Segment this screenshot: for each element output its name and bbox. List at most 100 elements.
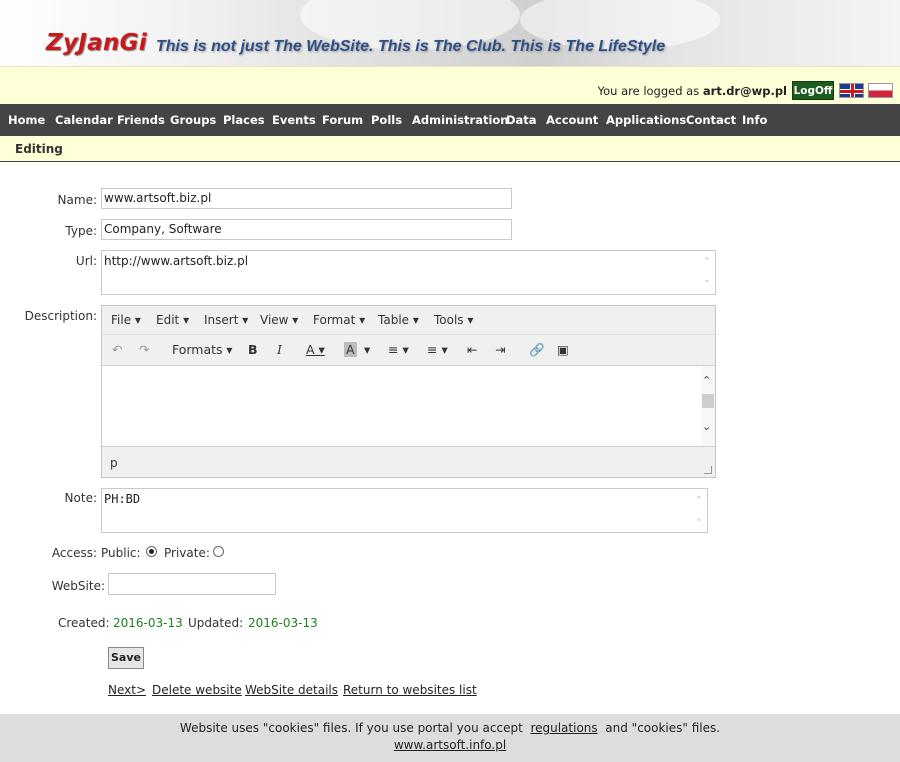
url-label: Url: (75, 254, 97, 268)
menu-view[interactable]: View ▾ (260, 313, 298, 327)
element-path[interactable]: p (110, 456, 118, 470)
delete-website-link[interactable]: Delete website (152, 683, 242, 697)
regulations-link[interactable]: regulations (530, 721, 597, 735)
scroll-down-icon[interactable]: ⌄ (702, 420, 711, 433)
section-title-bar: Editing (0, 136, 900, 162)
scrollbar-thumb[interactable] (702, 394, 714, 408)
scroll-down-icon[interactable]: ⌄ (693, 513, 705, 523)
header-banner: ZyJanGi This is not just The WebSite. Th… (0, 0, 900, 66)
cookie-text: Website uses "cookies" files. If you use… (179, 721, 523, 735)
public-radio[interactable] (146, 546, 157, 557)
note-textarea[interactable]: PH:BD ⌃ ⌄ (101, 488, 708, 533)
save-button[interactable]: Save (108, 647, 144, 669)
name-input[interactable]: www.artsoft.biz.pl (101, 188, 512, 209)
nav-polls[interactable]: Polls (371, 113, 402, 127)
nav-calendar[interactable]: Calendar (55, 113, 113, 127)
logoff-button[interactable]: LogOff (792, 81, 834, 100)
italic-icon[interactable]: I (277, 342, 282, 357)
numbered-list-icon[interactable]: ≡ ▾ (427, 342, 448, 357)
menu-table-label: Table (378, 313, 410, 327)
nav-home[interactable]: Home (8, 113, 45, 127)
editor-menubar: File ▾ Edit ▾ Insert ▾ View ▾ Format ▾ T… (102, 306, 715, 335)
menu-tools-label: Tools (434, 313, 464, 327)
cookie-notice: Website uses "cookies" files. If you use… (0, 721, 900, 735)
bold-icon[interactable]: B (248, 342, 258, 357)
website-details-link[interactable]: WebSite details (245, 683, 338, 697)
logged-as-label: You are logged as (597, 84, 700, 98)
menu-view-label: View (260, 313, 289, 327)
text-color-icon[interactable]: A ▾ (306, 342, 325, 357)
nav-info[interactable]: Info (742, 113, 767, 127)
indent-icon[interactable]: ⇥ (495, 342, 505, 357)
polish-flag-icon[interactable] (868, 83, 893, 98)
footer-site-link[interactable]: www.artsoft.info.pl (394, 738, 506, 752)
scroll-up-icon[interactable]: ⌃ (693, 495, 705, 505)
nav-events[interactable]: Events (272, 113, 316, 127)
menu-file[interactable]: File ▾ (111, 313, 141, 327)
website-label: WebSite: (51, 579, 105, 593)
nav-data[interactable]: Data (506, 113, 537, 127)
formats-label: Formats (172, 342, 223, 357)
website-input[interactable] (108, 573, 276, 595)
public-label: Public: (101, 546, 141, 560)
name-label: Name: (57, 193, 97, 207)
link-icon[interactable]: 🔗 (529, 342, 545, 358)
note-label: Note: (64, 491, 97, 505)
cookie-footer: Website uses "cookies" files. If you use… (0, 714, 900, 762)
description-label: Description: (24, 309, 97, 323)
editor-scrollbar[interactable]: ⌃ ⌄ (701, 366, 715, 446)
menu-format[interactable]: Format ▾ (313, 313, 365, 327)
created-value: 2016-03-13 (113, 616, 183, 630)
private-radio[interactable] (213, 546, 224, 557)
bullet-list-icon[interactable]: ≡ ▾ (388, 342, 409, 357)
menu-tools[interactable]: Tools ▾ (434, 313, 473, 327)
nav-applications[interactable]: Applications (606, 113, 686, 127)
nav-places[interactable]: Places (223, 113, 265, 127)
updated-label: Updated: (188, 616, 244, 630)
nav-contact[interactable]: Contact (686, 113, 736, 127)
page-title: Editing (15, 142, 63, 156)
menu-insert[interactable]: Insert ▾ (204, 313, 248, 327)
scroll-down-icon[interactable]: ⌄ (701, 275, 713, 285)
nav-forum[interactable]: Forum (322, 113, 363, 127)
scroll-up-icon[interactable]: ⌃ (702, 374, 711, 387)
url-value: http://www.artsoft.biz.pl (104, 254, 249, 268)
login-bar: You are logged as art.dr@wp.pl LogOff (0, 66, 900, 104)
menu-edit[interactable]: Edit ▾ (156, 313, 189, 327)
logged-as-text: You are logged as art.dr@wp.pl (598, 84, 787, 98)
site-logo[interactable]: ZyJanGi (46, 30, 147, 56)
resize-handle-icon[interactable] (704, 466, 712, 474)
url-textarea[interactable]: http://www.artsoft.biz.pl ⌃ ⌄ (101, 250, 716, 295)
site-slogan: This is not just The WebSite. This is Th… (156, 38, 666, 55)
menu-file-label: File (111, 313, 132, 327)
main-nav: Home Calendar Friends Groups Places Even… (0, 104, 900, 136)
type-label: Type: (65, 224, 97, 238)
background-color-icon[interactable]: A (344, 342, 357, 357)
private-label: Private: (164, 546, 210, 560)
english-flag-icon[interactable] (839, 83, 864, 98)
image-icon[interactable]: ▣ (557, 342, 569, 357)
menu-table[interactable]: Table ▾ (378, 313, 419, 327)
nav-friends[interactable]: Friends (117, 113, 165, 127)
menu-edit-label: Edit (156, 313, 180, 327)
nav-account[interactable]: Account (546, 113, 598, 127)
formats-dropdown[interactable]: Formats ▾ (172, 342, 232, 357)
editor-toolbar: ↶ ↷ Formats ▾ B I A ▾ A ▾ ≡ ▾ ≡ ▾ ⇤ ⇥ 🔗 … (102, 336, 715, 366)
access-label: Access: (51, 546, 97, 560)
undo-icon[interactable]: ↶ (112, 342, 122, 357)
next-link[interactable]: Next> (108, 683, 146, 697)
type-input[interactable]: Company, Software (101, 219, 512, 240)
background-color-dropdown-icon[interactable]: ▾ (364, 342, 370, 357)
redo-icon[interactable]: ↷ (139, 342, 149, 357)
nav-groups[interactable]: Groups (170, 113, 216, 127)
return-to-list-link[interactable]: Return to websites list (343, 683, 477, 697)
scroll-up-icon[interactable]: ⌃ (701, 257, 713, 267)
editor-content-area[interactable]: ⌃ ⌄ (102, 365, 715, 447)
nav-administration[interactable]: Administration (412, 113, 509, 127)
note-value: PH:BD (104, 492, 141, 506)
outdent-icon[interactable]: ⇤ (467, 342, 477, 357)
updated-value: 2016-03-13 (248, 616, 318, 630)
logged-user: art.dr@wp.pl (702, 84, 787, 98)
menu-insert-label: Insert (204, 313, 239, 327)
created-label: Created: (58, 616, 110, 630)
